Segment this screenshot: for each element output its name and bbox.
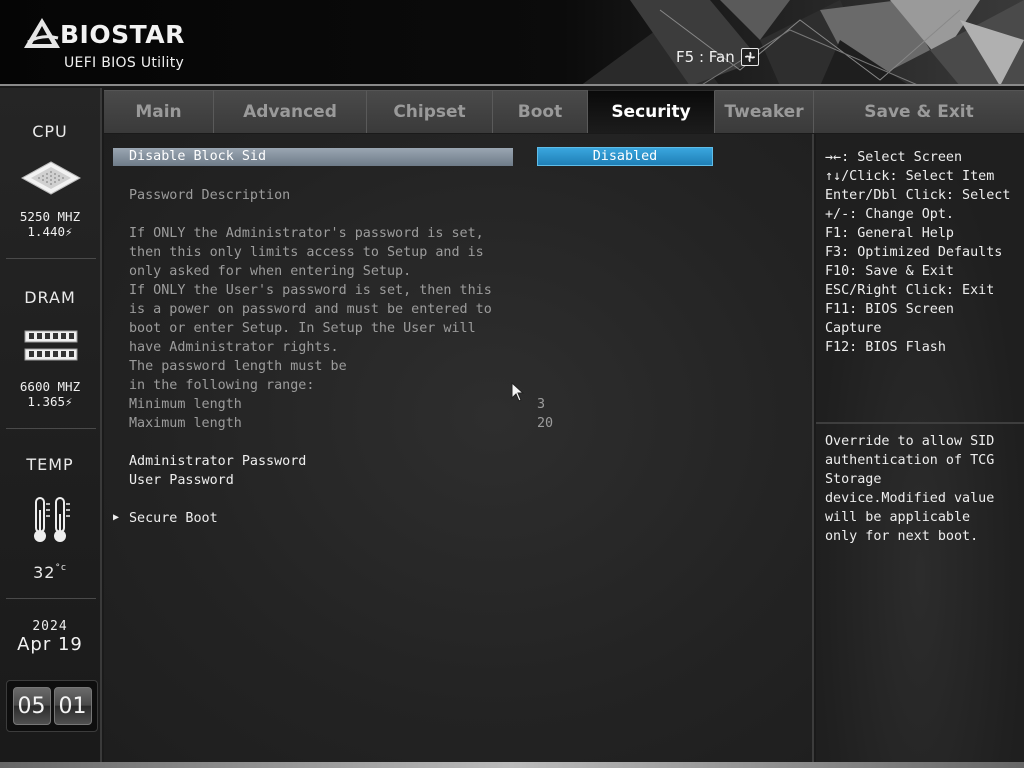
clock-widget: 05 01	[6, 680, 98, 732]
tab-chipset[interactable]: Chipset	[367, 90, 493, 133]
disable-block-sid-value[interactable]: Disabled	[537, 147, 713, 166]
key-help-line: F10: Save & Exit	[825, 264, 954, 279]
dram-frequency: 6600 MHZ	[19, 379, 81, 394]
secure-boot-submenu[interactable]: Secure Boot	[129, 509, 218, 528]
header-banner: BIOSTAR UEFI BIOS Utility F5 : Fan	[0, 0, 1024, 86]
tab-boot[interactable]: Boot	[493, 90, 588, 133]
minimum-length-value: 3	[537, 397, 546, 412]
help-description-line: authentication of TCG	[825, 453, 995, 468]
mouse-cursor-icon	[511, 382, 525, 402]
description-line: only asked for when entering Setup.	[129, 264, 412, 279]
description-line: boot or enter Setup. In Setup the User w…	[129, 321, 476, 336]
minimum-length-label: Minimum length	[129, 397, 242, 412]
tab-main[interactable]: Main	[104, 90, 214, 133]
user-password-item[interactable]: User Password	[129, 471, 234, 490]
header-decorative-art	[580, 0, 1024, 86]
header-divider	[0, 84, 1024, 86]
administrator-password-item[interactable]: Administrator Password	[129, 452, 306, 471]
brand-logo: BIOSTAR UEFI BIOS Utility	[22, 14, 202, 74]
key-help-line: F12: BIOS Flash	[825, 340, 946, 355]
fan-hint-label: F5 : Fan	[676, 48, 735, 66]
description-line: is a power on password and must be enter…	[129, 302, 492, 317]
brand-subtitle: UEFI BIOS Utility	[64, 55, 185, 71]
date-month-day: Apr 19	[17, 634, 83, 655]
submenu-arrow-icon: ▶	[113, 512, 120, 523]
key-help-line: F11: BIOS Screen	[825, 302, 954, 317]
cpu-frequency: 5250 MHZ	[19, 209, 81, 224]
footer-bar	[0, 762, 1024, 768]
key-help-line: ↑↓/Click: Select Item	[825, 169, 995, 184]
dram-voltage-row: 1.365⚡	[0, 394, 100, 409]
clock-hour: 05	[12, 687, 51, 725]
temperature-row: 32°c	[0, 563, 100, 582]
help-panel: →←: Select Screen ↑↓/Click: Select Item …	[816, 134, 1024, 762]
help-description-line: will be applicable	[825, 510, 971, 525]
key-help-line: →←: Select Screen	[825, 150, 963, 165]
temp-label: TEMP	[26, 455, 74, 474]
key-help-line: ESC/Right Click: Exit	[825, 283, 995, 298]
key-help-line: Capture	[825, 321, 882, 336]
description-line: have Administrator rights.	[129, 340, 339, 355]
dram-voltage: 1.365	[27, 394, 66, 409]
help-divider	[816, 422, 1024, 424]
sidebar-divider	[6, 258, 96, 259]
maximum-length-value: 20	[537, 416, 554, 431]
cpu-voltage: 1.440	[27, 224, 66, 239]
dram-label: DRAM	[24, 288, 76, 307]
system-status-sidebar: CPU 5250 MHZ 1.440⚡ DRAM 6600 MHZ 1.365⚡…	[0, 88, 102, 762]
voltage-bolt-icon: ⚡	[65, 394, 73, 409]
password-description-title: Password Description	[129, 188, 291, 203]
help-description-line: Storage	[825, 472, 882, 487]
thermometer-icon	[34, 497, 70, 542]
help-description-line: only for next boot.	[825, 529, 979, 544]
description-line: then this only limits access to Setup an…	[129, 245, 484, 260]
temperature-value: 32	[33, 563, 56, 582]
key-help-line: +/-: Change Opt.	[825, 207, 954, 222]
brand-name: BIOSTAR	[60, 20, 185, 49]
voltage-bolt-icon: ⚡	[65, 224, 73, 239]
menu-tabs: Main Advanced Chipset Boot Security Twea…	[104, 90, 1024, 133]
cpu-label: CPU	[32, 122, 68, 141]
tab-advanced[interactable]: Advanced	[214, 90, 367, 133]
tab-tweaker[interactable]: Tweaker	[715, 90, 814, 133]
dram-module-icon	[24, 330, 78, 361]
maximum-length-label: Maximum length	[129, 416, 242, 431]
biostar-logo-icon	[24, 18, 60, 48]
cpu-chip-icon	[20, 161, 82, 195]
celsius-icon: °c	[55, 563, 67, 573]
key-help-line: Enter/Dbl Click: Select	[825, 188, 1011, 203]
disable-block-sid-label[interactable]: Disable Block Sid	[129, 148, 266, 166]
help-description-line: device.Modified value	[825, 491, 995, 506]
description-line: If ONLY the Administrator's password is …	[129, 226, 484, 241]
key-help-line: F3: Optimized Defaults	[825, 245, 1003, 260]
tab-save-exit[interactable]: Save & Exit	[814, 90, 1024, 133]
description-line: If ONLY the User's password is set, then…	[129, 283, 492, 298]
key-help-line: F1: General Help	[825, 226, 954, 241]
key-help-list: →←: Select Screen ↑↓/Click: Select Item …	[825, 148, 1010, 357]
security-settings-panel: Disable Block Sid Disabled Password Desc…	[104, 134, 814, 762]
sidebar-divider	[6, 428, 96, 429]
description-line: in the following range:	[129, 378, 315, 393]
clock-minute: 01	[53, 687, 92, 725]
fan-icon	[740, 48, 759, 66]
cpu-voltage-row: 1.440⚡	[0, 224, 100, 239]
fan-control-shortcut[interactable]: F5 : Fan	[676, 47, 759, 67]
date-year: 2024	[32, 619, 68, 634]
help-description-line: Override to allow SID	[825, 434, 995, 449]
description-line: The password length must be	[129, 359, 347, 374]
sidebar-divider	[6, 598, 96, 599]
item-help-description: Override to allow SID authentication of …	[825, 432, 1021, 546]
tab-security[interactable]: Security	[588, 90, 715, 133]
